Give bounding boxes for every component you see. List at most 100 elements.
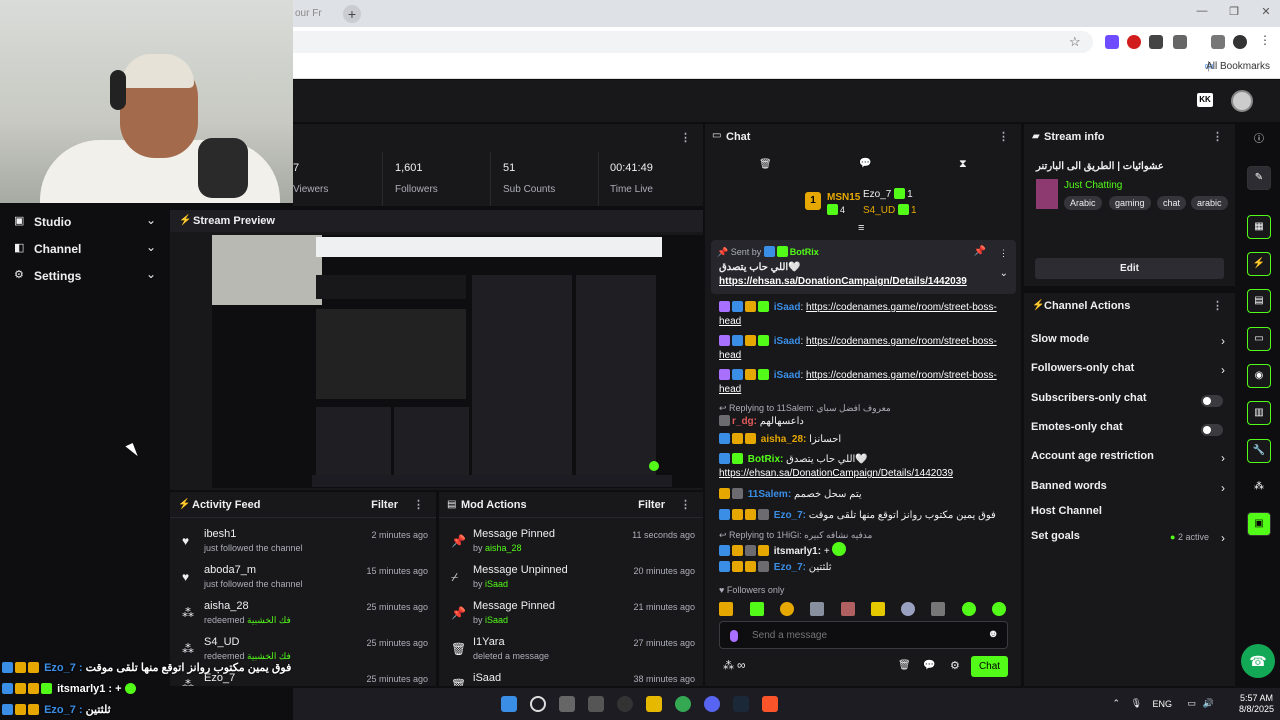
info-icon[interactable]: ⓘ [1247, 129, 1271, 153]
mic-tray-icon[interactable]: 🎙 [1131, 698, 1142, 709]
layers-icon[interactable]: ▥ [1247, 401, 1271, 425]
emote-icon[interactable] [992, 602, 1006, 616]
action-account-age[interactable]: Account age restriction › [1031, 450, 1231, 470]
more-options-icon[interactable]: ⋮ [680, 498, 691, 511]
emote-icon[interactable] [750, 602, 764, 616]
edit-stream-info-button[interactable]: Edit [1035, 258, 1224, 279]
nav-item-channel[interactable]: ◧ Channel ⌄ [0, 236, 170, 262]
extensions-puzzle-icon[interactable] [1173, 35, 1187, 49]
emoji-icon[interactable]: ☻ [987, 628, 999, 640]
file-explorer-icon[interactable] [646, 696, 662, 712]
browser-menu-icon[interactable]: ⋮ [1259, 33, 1271, 47]
send-chat-button[interactable]: Chat [971, 656, 1008, 677]
chat-bubble-icon[interactable]: ▭ [1247, 327, 1271, 351]
emote-icon[interactable] [931, 602, 945, 616]
wrench-icon[interactable]: 🔧 [1247, 439, 1271, 463]
search-icon[interactable] [530, 696, 546, 712]
mod-user[interactable]: aisha_28 [485, 543, 522, 553]
obs-icon[interactable] [617, 696, 633, 712]
pencil-icon[interactable]: ✎ [1247, 166, 1271, 190]
emote-icon[interactable] [841, 602, 855, 616]
collapse-icon[interactable]: ≡ [858, 222, 864, 234]
activity-user[interactable]: aisha_28 [204, 600, 249, 612]
all-bookmarks-link[interactable]: All Bookmarks [1206, 61, 1270, 72]
category-name[interactable]: Just Chatting [1064, 180, 1122, 191]
kick-logo-icon[interactable]: KK [1197, 93, 1213, 107]
chat-bubble-icon[interactable]: 💬 [923, 660, 935, 671]
chat-username[interactable]: iSaad [774, 302, 801, 313]
profile-avatar[interactable] [1231, 90, 1253, 112]
emote-icon[interactable] [810, 602, 824, 616]
nav-item-studio[interactable]: ▣ Studio ⌄ [0, 209, 170, 235]
chrome-icon[interactable] [675, 696, 691, 712]
chat-username[interactable]: iSaad [774, 370, 801, 381]
tray-chevron-up-icon[interactable]: ⌃ [1112, 698, 1120, 709]
leader-first-name[interactable]: MSN15 [827, 192, 860, 203]
extension-opera-icon[interactable] [1127, 35, 1141, 49]
activity-user[interactable]: aboda7_m [204, 564, 256, 576]
minimize-button[interactable]: — [1193, 5, 1211, 21]
nav-item-settings[interactable]: ⚙ Settings ⌄ [0, 263, 170, 289]
close-window-button[interactable]: ✕ [1257, 5, 1275, 21]
chat-message-input[interactable] [752, 627, 972, 643]
chat-username[interactable]: BotRix: [748, 454, 784, 465]
task-view-icon[interactable] [559, 696, 575, 712]
mod-user[interactable]: iSaad [485, 579, 508, 589]
trash-icon[interactable]: 🗑 [759, 159, 772, 170]
more-options-icon[interactable]: ⋮ [1212, 299, 1223, 312]
hourglass-icon[interactable]: ⧗ [959, 158, 967, 171]
emote-icon[interactable] [962, 602, 976, 616]
chat-username[interactable]: itsmarly1: [774, 546, 821, 557]
chat-username[interactable]: r_dg: [732, 416, 757, 427]
chat-username[interactable]: 11Salem: [748, 489, 791, 500]
chevron-down-icon[interactable]: ⌄ [1000, 268, 1008, 279]
pinned-user[interactable]: BotRix [790, 247, 819, 257]
chat-username[interactable]: Ezo_7: [774, 510, 806, 521]
mod-action[interactable]: I1Yara [473, 636, 505, 648]
extension-shield-icon[interactable] [1105, 35, 1119, 49]
steam-icon[interactable] [733, 696, 749, 712]
address-bar[interactable]: ☆ [293, 31, 1093, 53]
volume-icon[interactable]: 🔊 [1203, 698, 1214, 709]
store-icon[interactable] [588, 696, 604, 712]
more-options-icon[interactable]: ⋮ [999, 248, 1008, 259]
activity-user[interactable]: S4_UD [204, 636, 239, 648]
network-icon[interactable]: ▭ [1187, 698, 1196, 709]
action-slow-mode[interactable]: Slow mode › [1031, 333, 1231, 353]
emote-icon[interactable] [901, 602, 915, 616]
stream-preview-video[interactable] [212, 235, 704, 488]
emote-icon[interactable] [780, 602, 794, 616]
action-set-goals[interactable]: Set goals ● 2 active › [1031, 530, 1231, 550]
maximize-button[interactable]: ❐ [1225, 5, 1243, 21]
action-host-channel[interactable]: Host Channel [1031, 505, 1231, 525]
chat-username[interactable]: Ezo_7: [774, 562, 806, 573]
leader-third[interactable]: S4_UD 1 [863, 204, 917, 216]
action-banned-words[interactable]: Banned words › [1031, 480, 1231, 500]
chat-input-box[interactable]: ☻ [719, 621, 1008, 649]
new-tab-button[interactable]: + [343, 5, 361, 23]
system-clock[interactable]: 5:57 AM 8/8/2025 [1239, 693, 1274, 715]
pin-icon[interactable]: 📌 [974, 246, 986, 257]
emotes-only-toggle[interactable] [1201, 424, 1223, 436]
category-thumbnail[interactable] [1036, 179, 1058, 209]
grid-icon[interactable]: ▦ [1247, 215, 1271, 239]
chat-settings-bubble-icon[interactable]: 💬 [859, 158, 871, 169]
activity-filter-button[interactable]: Filter [371, 499, 398, 511]
browser-tab[interactable]: our Fr [293, 3, 337, 25]
action-followers-only[interactable]: Followers-only chat › [1031, 362, 1231, 382]
chat-username[interactable]: aisha_28: [761, 434, 807, 445]
trash-icon[interactable]: 🗑 [898, 660, 911, 671]
more-options-icon[interactable]: ⋮ [1212, 130, 1223, 143]
mod-action[interactable]: iSaad [473, 672, 501, 684]
discord-icon[interactable] [704, 696, 720, 712]
more-options-icon[interactable]: ⋮ [413, 498, 424, 511]
broadcast-icon[interactable]: ◉ [1247, 364, 1271, 388]
emote-icon[interactable] [719, 602, 733, 616]
points-icon[interactable]: ⁂ [1247, 476, 1271, 500]
windows-start-icon[interactable] [501, 696, 517, 712]
support-headset-icon[interactable]: ☎ [1241, 644, 1275, 678]
chat-username[interactable]: iSaad [774, 336, 801, 347]
language-indicator[interactable]: ENG [1152, 699, 1172, 709]
media-controls-icon[interactable] [1211, 35, 1225, 49]
browser-profile-icon[interactable] [1233, 35, 1247, 49]
